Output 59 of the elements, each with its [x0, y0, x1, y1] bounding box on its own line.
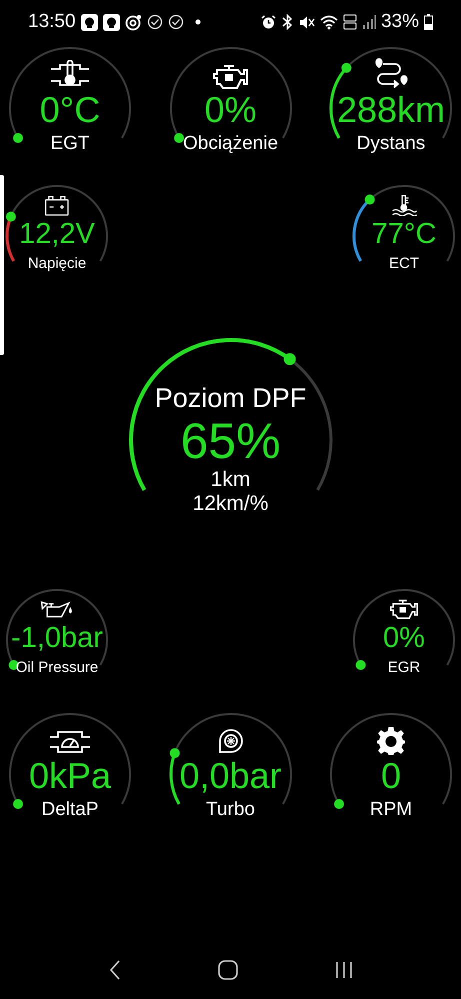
gauge-label: RPM: [370, 798, 412, 822]
check-circle-icon: [146, 14, 163, 30]
pressure-gauge-pipe-icon: [49, 728, 91, 756]
gauge-needle-dot: [6, 212, 16, 222]
edge-panel-handle[interactable]: [0, 175, 4, 355]
mute-icon: [298, 14, 315, 30]
dpf-value: 65%: [180, 414, 281, 468]
status-time: 13:50: [28, 10, 76, 34]
route-icon: [373, 58, 409, 90]
dot-icon: [194, 19, 201, 25]
engine-icon: [212, 64, 248, 90]
gauge-value: 12,2V: [19, 217, 95, 252]
gauge-value: 0%: [383, 621, 425, 656]
gauge-needle-dot: [174, 133, 184, 143]
home-icon[interactable]: [218, 960, 238, 980]
gauge-value: 0kPa: [28, 756, 112, 796]
signal-icon: [362, 15, 376, 29]
battery-percent: 33%: [380, 10, 419, 34]
gauge-needle-dot: [334, 799, 344, 809]
gauge-value: 77°C: [372, 217, 436, 252]
recent-apps-icon[interactable]: [334, 961, 352, 979]
car-battery-icon: [44, 195, 70, 216]
gauge-needle-dot: [341, 62, 352, 73]
gauge-value: 288km: [336, 90, 446, 130]
gauge-needle-dot: [364, 194, 375, 205]
gauge-needle-dot: [169, 748, 180, 758]
wifi-icon: [320, 14, 338, 30]
gauge-label: Oil Pressure: [16, 658, 98, 678]
gauge-label: Obciążenie: [182, 132, 278, 156]
gear-icon: [376, 726, 406, 756]
dpf-distance: 1km: [210, 468, 250, 492]
gauge-needle-dot: [13, 133, 24, 143]
dpf-title: Poziom DPF: [154, 382, 306, 414]
gauge-value: 0: [380, 756, 402, 796]
coolant-temperature-icon: [391, 194, 417, 216]
engine-icon: [390, 599, 418, 620]
gauge-value: 0°C: [40, 90, 100, 130]
gauge-label: EGR: [388, 658, 420, 678]
check-circle-icon: [168, 14, 184, 30]
gauge-label: EGT: [50, 132, 90, 156]
gauge-value: 0,0bar: [179, 756, 282, 796]
app-notification-icon: [80, 14, 98, 30]
dpf-rate: 12km/%: [192, 492, 268, 516]
alarm-icon: [260, 14, 276, 30]
gauge-label: Turbo: [206, 798, 255, 822]
gauge-value: -1,0bar: [11, 621, 103, 656]
bluetooth-icon: [280, 14, 294, 30]
gauge-needle-dot: [283, 353, 296, 366]
gauge-label: Dystans: [356, 132, 426, 156]
back-icon[interactable]: [108, 960, 120, 980]
gauge-label: DeltaP: [41, 798, 99, 822]
gauge-value: 0%: [204, 90, 257, 130]
gauge-needle-dot: [356, 660, 366, 670]
gauge-label: Napięcie: [28, 254, 86, 274]
oil-can-icon: [40, 599, 74, 620]
gauge-label: ECT: [389, 254, 419, 274]
app-notification-icon: [102, 14, 120, 30]
battery-icon: [424, 14, 433, 30]
gauge-needle-dot: [13, 799, 24, 809]
